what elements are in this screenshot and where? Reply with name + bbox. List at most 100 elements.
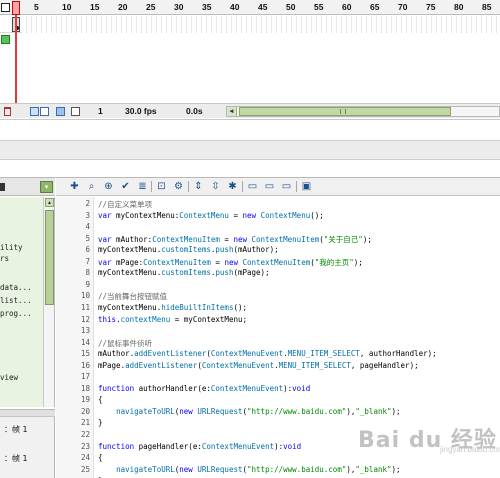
code-token: contextMenu [120, 314, 171, 324]
toolbox-item[interactable]: list... [0, 296, 32, 305]
scrollbar-thumb[interactable] [45, 210, 54, 305]
scroll-left-icon[interactable]: ◂ [227, 107, 237, 116]
code-token: ); [391, 406, 401, 416]
expand-all-icon[interactable]: ✱ [226, 180, 239, 193]
line-number: 14 [80, 337, 90, 347]
code-token: navigateToURL [116, 406, 175, 416]
line-number: 11 [80, 302, 90, 312]
line-number: 20 [80, 406, 90, 416]
toolbox-item[interactable]: data... [0, 283, 32, 292]
frame-cells[interactable] [22, 16, 500, 33]
line-number: 21 [80, 418, 90, 428]
code-token: ); [362, 234, 372, 244]
apply-line-comment-icon[interactable]: ▭ [263, 180, 276, 193]
code-line: { [98, 453, 103, 462]
code-token: = [228, 210, 243, 220]
check-syntax-icon[interactable]: ✔ [119, 180, 132, 193]
code-token: URLRequest [197, 406, 243, 416]
scrollbar-thumb[interactable] [239, 107, 451, 116]
remove-comment-icon[interactable]: ▭ [280, 180, 293, 193]
collapse-selection-icon[interactable]: ⇳ [209, 180, 222, 193]
code-token: mAuthor. [98, 349, 135, 359]
line-number: 12 [80, 314, 90, 324]
line-number: 17 [80, 372, 90, 382]
collapse-between-braces-icon[interactable]: ⇕ [192, 180, 205, 193]
onion-skin-outlines-icon[interactable] [40, 107, 49, 116]
line-number: 19 [80, 395, 90, 405]
code-token: //自定义菜单项 [98, 200, 153, 209]
onion-skin-icon[interactable] [30, 107, 39, 116]
scroll-up-icon[interactable]: ▴ [45, 198, 54, 207]
find-icon[interactable]: ⌕ [85, 180, 98, 193]
script-nav-item[interactable]: ：帧 1 [4, 453, 28, 464]
code-token: ContextMenuItem [251, 234, 320, 244]
layer-visibility-icon[interactable] [1, 3, 10, 12]
code-token: MENU_ITEM_SELECT [287, 349, 360, 359]
line-number: 15 [80, 349, 90, 359]
code-token: addEventListener [125, 360, 198, 370]
line-number: 4 [85, 222, 90, 232]
script-navigator: ：帧 1 ：帧 1 [0, 409, 55, 478]
apply-block-comment-icon[interactable]: ▭ [246, 180, 259, 193]
timeline-scrollbar[interactable]: ◂ [226, 106, 500, 117]
code-token: push [215, 245, 234, 255]
show-code-hint-icon[interactable]: ⊡ [155, 180, 168, 193]
edit-multiple-frames-icon[interactable] [56, 107, 65, 116]
frame-number: 80 [454, 2, 464, 12]
auto-format-icon[interactable]: ≣ [136, 180, 149, 193]
toolbox-scrollbar[interactable]: ▴ [43, 197, 54, 407]
line-number: 18 [80, 383, 90, 393]
code-token: ContextMenuItem [152, 234, 220, 244]
code-token: navigateToURL [116, 464, 175, 474]
code-line: //自定义菜单项 [98, 199, 152, 210]
frame-number: 35 [202, 2, 212, 12]
add-statement-icon[interactable]: ✚ [68, 180, 81, 193]
code-token: ); [353, 257, 363, 267]
script-nav-item[interactable]: ：帧 1 [4, 424, 28, 435]
frame-number: 25 [146, 2, 156, 12]
code-line: //鼠标事件侦听 [98, 338, 152, 349]
code-token: this [98, 314, 117, 324]
toolbox-item[interactable]: view [0, 373, 18, 382]
code-token: hideBuiltInItems [161, 302, 234, 312]
show-hide-toolbox-icon[interactable]: ▣ [300, 180, 313, 193]
line-number: 23 [80, 441, 90, 451]
toolbar-separator [188, 181, 189, 192]
code-token: = myContextMenu; [170, 314, 248, 324]
frame-number: 85 [482, 2, 492, 12]
code-token: var [98, 257, 112, 267]
code-token: { [98, 453, 103, 463]
code-token: new [179, 464, 193, 474]
toolbox-item[interactable]: rs [0, 254, 9, 263]
debug-options-icon[interactable]: ⚙ [172, 180, 185, 193]
current-frame: 1 [98, 106, 103, 116]
code-token: "http://www.baidu.com" [247, 406, 347, 416]
line-number: 3 [85, 210, 90, 220]
code-token: authorHandler(e: [134, 383, 211, 393]
timeline-panel: 5 10 15 20 25 30 35 40 45 50 55 60 65 70… [0, 0, 500, 120]
code-token: ); [391, 464, 401, 474]
toolbox-item[interactable]: ility [0, 243, 23, 252]
frame-ruler[interactable]: 5 10 15 20 25 30 35 40 45 50 55 60 65 70… [0, 0, 500, 15]
code-token: function [98, 441, 135, 451]
code-token: URLRequest [197, 464, 243, 474]
layer-color-icon[interactable] [1, 35, 10, 44]
insert-target-path-icon[interactable]: ⊕ [102, 180, 115, 193]
playhead[interactable] [12, 1, 20, 15]
code-token: (mAuthor); [233, 245, 279, 255]
code-token: mPage. [98, 360, 126, 370]
code-token: pageHandler(e: [134, 441, 202, 451]
line-number: 7 [85, 256, 90, 266]
delete-layer-icon[interactable] [4, 107, 11, 116]
code-token: "关于自己" [323, 234, 363, 244]
modify-onion-markers-icon[interactable] [71, 107, 80, 116]
code-token: ContextMenuEvent [210, 349, 284, 359]
toolbox-item[interactable]: prog... [0, 309, 32, 318]
line-number: 25 [80, 464, 90, 474]
toolbar-separator [242, 181, 243, 192]
chevron-down-icon[interactable]: ▾ [40, 181, 53, 193]
frame-number: 40 [230, 2, 240, 12]
code-token: ContextMenuEvent [210, 383, 284, 393]
